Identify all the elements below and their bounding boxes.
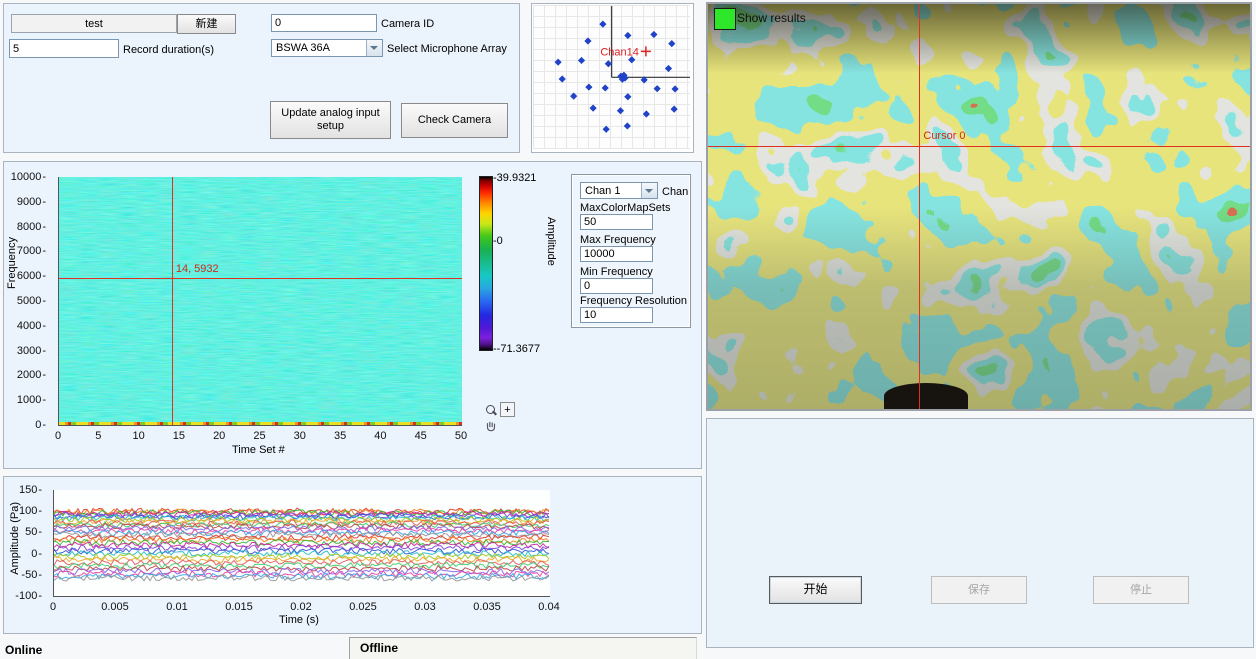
waveform-plot[interactable] xyxy=(53,490,550,597)
channel-value: Chan 1 xyxy=(585,185,620,197)
spectrogram-x-ticks: 05101520253035404550 xyxy=(58,428,461,442)
waveform-y-ticks: 150100500-50-100 xyxy=(10,490,50,596)
spectrogram-y-ticks: 1000090008000700060005000400030002000100… xyxy=(4,177,54,425)
colorbar xyxy=(479,176,493,351)
min-frequency-input[interactable] xyxy=(580,278,653,294)
record-duration-input[interactable] xyxy=(9,39,119,58)
config-panel: 新建 Record duration(s) Camera ID BSWA 36A… xyxy=(3,3,520,153)
zoom-tool-icon[interactable] xyxy=(484,403,499,418)
chevron-down-icon[interactable] xyxy=(366,40,382,56)
camera-cursor-hline[interactable] xyxy=(708,146,1250,147)
colorbar-tick-min: --71.3677 xyxy=(493,343,540,355)
max-frequency-input[interactable] xyxy=(580,246,653,262)
new-project-button[interactable]: 新建 xyxy=(177,14,236,34)
project-name-input[interactable] xyxy=(11,14,177,33)
start-button[interactable]: 开始 xyxy=(769,576,862,604)
mic-array-plot-panel[interactable]: Chan14 xyxy=(531,3,694,153)
online-status-label: Online xyxy=(5,643,42,657)
check-camera-button[interactable]: Check Camera xyxy=(401,103,508,138)
show-results-checkbox[interactable] xyxy=(714,8,736,30)
spectrogram-cursor-hline[interactable] xyxy=(59,278,462,279)
spectrogram-x-axis-label: Time Set # xyxy=(232,444,285,456)
update-analog-input-button[interactable]: Update analog input setup xyxy=(270,101,391,139)
show-results-label: Show results xyxy=(737,11,806,25)
svg-text:Chan14: Chan14 xyxy=(600,46,639,58)
pan-hand-icon[interactable] xyxy=(484,419,499,434)
spectrogram-controls: Chan 1 Chan MaxColorMapSets Max Frequenc… xyxy=(571,174,691,328)
colorbar-tick-max: -39.9321 xyxy=(493,172,536,184)
mic-array-dropdown[interactable]: BSWA 36A xyxy=(271,39,383,57)
colorbar-tick-zero: -0 xyxy=(493,235,503,247)
save-button[interactable]: 保存 xyxy=(931,576,1027,604)
chevron-down-icon[interactable] xyxy=(641,183,657,198)
offline-status-indicator: Offline xyxy=(349,637,697,659)
mic-array-scatter[interactable]: Chan14 xyxy=(533,5,690,149)
mic-array-label: Select Microphone Array xyxy=(387,43,507,55)
frequency-resolution-input[interactable] xyxy=(580,307,653,323)
spectrogram-zero-band xyxy=(59,422,462,425)
camera-view[interactable]: Cursor 0 Show results xyxy=(706,2,1252,411)
spectrogram-cursor-label: 14, 5932 xyxy=(176,263,219,275)
maxcolormapsets-input[interactable] xyxy=(580,214,653,230)
spectrogram-cursor-vline[interactable] xyxy=(172,177,173,425)
frequency-resolution-label: Frequency Resolution xyxy=(580,295,687,307)
waveform-panel: Amplitude (Pa) 150100500-50-100 00.0050.… xyxy=(3,476,702,634)
spectrogram-plot[interactable]: 14, 5932 xyxy=(58,177,462,426)
camera-id-label: Camera ID xyxy=(381,18,434,30)
channel-dropdown[interactable]: Chan 1 xyxy=(580,182,658,199)
colorbar-label: Amplitude xyxy=(545,217,557,266)
min-frequency-label: Min Frequency xyxy=(580,266,653,278)
maxcolormapsets-label: MaxColorMapSets xyxy=(580,202,670,214)
app-window: { "config_panel": { "project_value": "te… xyxy=(0,0,1256,658)
camera-id-input[interactable] xyxy=(271,14,377,32)
record-duration-label: Record duration(s) xyxy=(123,44,214,56)
stop-button[interactable]: 停止 xyxy=(1093,576,1189,604)
channel-label: Chan xyxy=(662,186,688,198)
waveform-x-axis-label: Time (s) xyxy=(279,614,319,626)
spectrogram-panel: Frequency 100009000800070006000500040003… xyxy=(3,161,702,469)
camera-cursor-vline[interactable] xyxy=(919,4,920,409)
mic-array-value: BSWA 36A xyxy=(276,42,330,54)
run-control-panel: 开始 保存 停止 xyxy=(706,418,1254,648)
acoustic-colormap xyxy=(708,4,1250,409)
waveform-x-ticks: 00.0050.010.0150.020.0250.030.0350.04 xyxy=(53,599,549,613)
crosshair-tool-icon[interactable]: + xyxy=(500,402,515,417)
max-frequency-label: Max Frequency xyxy=(580,234,656,246)
person-silhouette xyxy=(884,383,968,409)
camera-cursor-label: Cursor 0 xyxy=(923,130,965,142)
offline-status-label: Offline xyxy=(360,641,398,655)
